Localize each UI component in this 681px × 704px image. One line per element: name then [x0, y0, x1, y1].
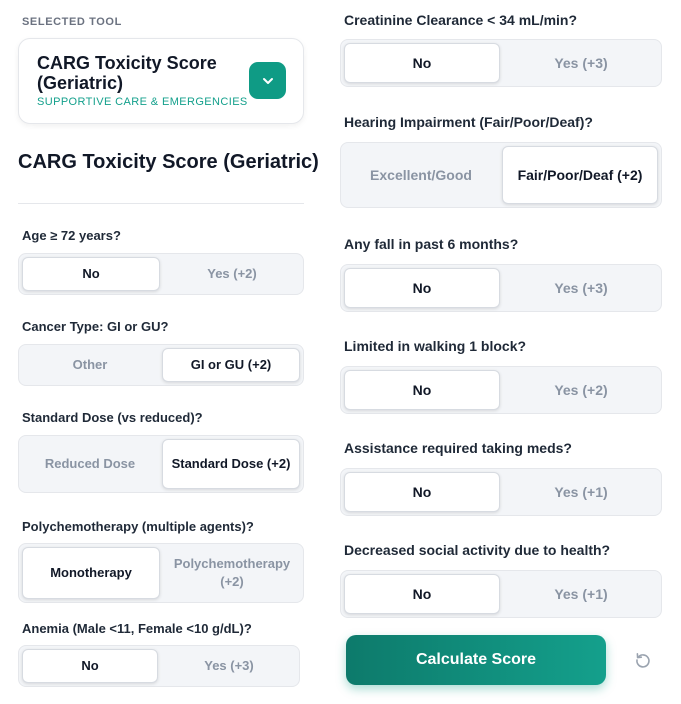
question-dose-label: Standard Dose (vs reduced)? — [22, 410, 203, 425]
tool-name: CARG Toxicity Score (Geriatric) — [37, 53, 217, 93]
question-walking-options: No Yes (+2) — [340, 366, 662, 414]
option-button[interactable]: Yes (+1) — [504, 472, 658, 512]
question-anemia-options: No Yes (+3) — [18, 645, 300, 687]
question-hearing-label: Hearing Impairment (Fair/Poor/Deaf)? — [344, 114, 593, 130]
tool-selector[interactable]: CARG Toxicity Score (Geriatric) SUPPORTI… — [18, 38, 304, 124]
chevron-down-icon — [262, 77, 273, 84]
question-creatinine-label: Creatinine Clearance < 34 mL/min? — [344, 12, 578, 28]
option-button[interactable]: Yes (+3) — [162, 649, 296, 683]
question-fall-options: No Yes (+3) — [340, 264, 662, 312]
tool-dropdown-button[interactable] — [249, 62, 286, 99]
question-polychemo-options: Monotherapy Polychemotherapy (+2) — [18, 543, 304, 603]
tool-category: SUPPORTIVE CARE & EMERGENCIES — [37, 96, 248, 108]
option-button[interactable]: Other — [22, 348, 158, 382]
option-button[interactable]: Yes (+2) — [164, 257, 300, 291]
page-title: CARG Toxicity Score (Geriatric) — [18, 151, 319, 173]
question-creatinine-options: No Yes (+3) — [340, 39, 662, 87]
calculate-score-button[interactable]: Calculate Score — [346, 635, 606, 685]
option-button[interactable]: No — [344, 370, 500, 410]
divider — [18, 203, 304, 204]
question-polychemo-label: Polychemotherapy (multiple agents)? — [22, 519, 254, 534]
refresh-icon — [636, 653, 650, 668]
question-cancer-type-label: Cancer Type: GI or GU? — [22, 319, 169, 334]
question-social-options: No Yes (+1) — [340, 570, 662, 618]
question-hearing-options: Excellent/Good Fair/Poor/Deaf (+2) — [340, 142, 662, 208]
option-button[interactable]: No — [344, 472, 500, 512]
option-button[interactable]: No — [344, 574, 500, 614]
option-button[interactable]: Excellent/Good — [344, 146, 498, 204]
selected-tool-label: SELECTED TOOL — [22, 16, 122, 28]
question-walking-label: Limited in walking 1 block? — [344, 338, 527, 354]
question-age-options: No Yes (+2) — [18, 253, 304, 295]
question-dose-options: Reduced Dose Standard Dose (+2) — [18, 435, 304, 493]
option-button[interactable]: Yes (+3) — [504, 268, 658, 308]
option-button[interactable]: No — [22, 649, 158, 683]
option-button[interactable]: Fair/Poor/Deaf (+2) — [502, 146, 658, 204]
option-button[interactable]: Polychemotherapy (+2) — [164, 547, 300, 599]
question-meds-options: No Yes (+1) — [340, 468, 662, 516]
question-social-label: Decreased social activity due to health? — [344, 542, 611, 558]
option-button[interactable]: No — [22, 257, 160, 291]
option-button[interactable]: Yes (+2) — [504, 370, 658, 410]
option-button[interactable]: No — [344, 268, 500, 308]
option-button[interactable]: No — [344, 43, 500, 83]
option-button[interactable]: Reduced Dose — [22, 439, 158, 489]
option-button[interactable]: Yes (+3) — [504, 43, 658, 83]
question-fall-label: Any fall in past 6 months? — [344, 236, 519, 252]
question-age-label: Age ≥ 72 years? — [22, 228, 121, 243]
question-anemia-label: Anemia (Male <11, Female <10 g/dL)? — [22, 621, 252, 636]
option-button[interactable]: Standard Dose (+2) — [162, 439, 300, 489]
option-button[interactable]: GI or GU (+2) — [162, 348, 300, 382]
option-button[interactable]: Yes (+1) — [504, 574, 658, 614]
question-cancer-type-options: Other GI or GU (+2) — [18, 344, 304, 386]
question-meds-label: Assistance required taking meds? — [344, 440, 572, 456]
reset-button[interactable] — [633, 650, 653, 670]
option-button[interactable]: Monotherapy — [22, 547, 160, 599]
